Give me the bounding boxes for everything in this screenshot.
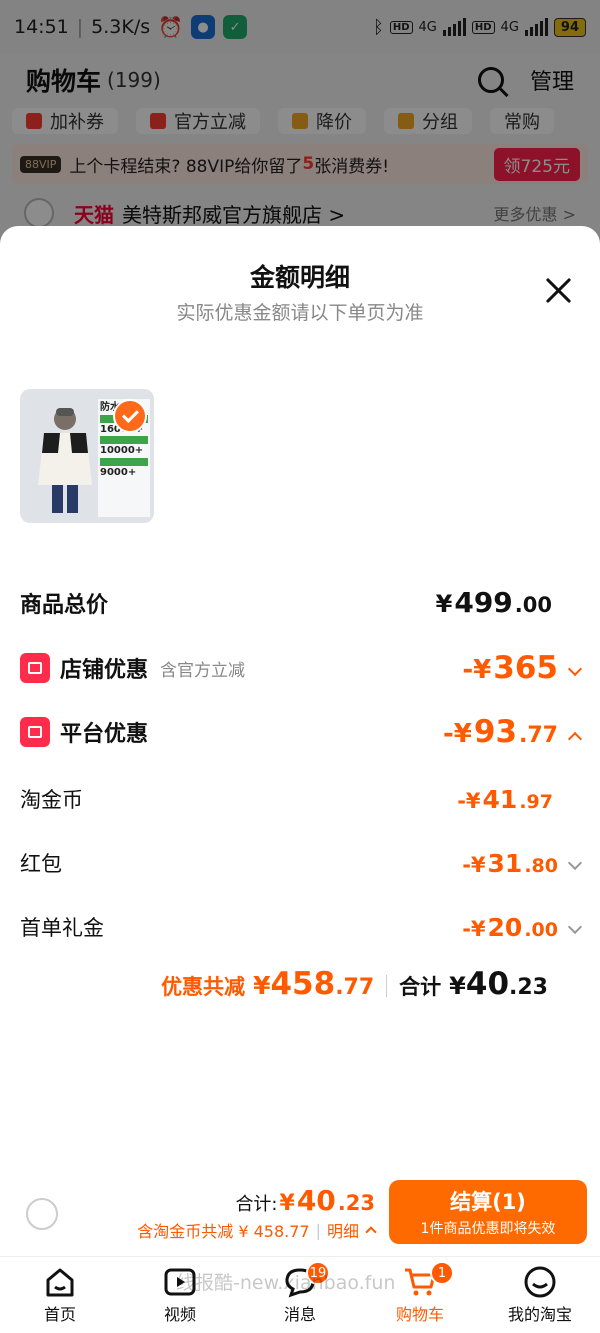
discount-summary: 优惠共减 ¥ 458 .77 合计 ¥ 40 .23: [161, 966, 548, 1002]
selected-check-icon[interactable]: [113, 399, 147, 433]
row-store-discount[interactable]: 店铺优惠 含官方立减 -¥ 365: [20, 650, 583, 686]
total-discount-label: 优惠共减: [161, 975, 246, 999]
checkout-total: 合计: ¥ 40 .23: [235, 1184, 375, 1217]
taojinbi-value: -¥ 41 .97: [457, 784, 553, 814]
jacket-model-image: [38, 408, 92, 513]
platform-discount-icon: [20, 717, 50, 747]
total-price-label: 商品总价: [20, 592, 109, 618]
store-discount-label: 店铺优惠: [60, 658, 149, 683]
red-packet-value: -¥ 31 .80: [462, 849, 583, 878]
checkout-bar: 合计: ¥ 40 .23 含淘金币共减 ¥ 458.77 | 明细 结算(1) …: [0, 1170, 600, 1256]
chevron-down-icon[interactable]: [567, 661, 583, 677]
home-icon: [46, 1268, 74, 1297]
amount-detail-sheet: 金额明细 实际优惠金额请以下单页为准 防水 16000+ 10000+ 9000…: [0, 226, 600, 1256]
tab-home[interactable]: 首页: [0, 1257, 120, 1333]
row-taojinbi: 淘金币 -¥ 41 .97: [20, 784, 580, 814]
sheet-subtitle: 实际优惠金额请以下单页为准: [176, 302, 424, 324]
divider: [386, 975, 388, 997]
row-red-packet[interactable]: 红包 -¥ 31 .80: [20, 848, 583, 878]
cart-badge: 1: [430, 1261, 454, 1285]
store-discount-value: -¥ 365: [462, 650, 583, 686]
taojinbi-label: 淘金币: [20, 788, 83, 812]
chevron-down-icon[interactable]: [567, 855, 583, 870]
product-thumbnail[interactable]: 防水 16000+ 10000+ 9000+: [20, 389, 154, 523]
store-discount-note: 含官方立减: [160, 660, 246, 681]
detail-toggle[interactable]: 明细: [327, 1218, 359, 1242]
row-platform-discount[interactable]: 平台优惠 -¥ 93 .77: [20, 714, 583, 750]
platform-discount-label: 平台优惠: [60, 722, 149, 747]
modal-overlay[interactable]: [0, 0, 600, 254]
sheet-title: 金额明细: [249, 263, 350, 292]
store-discount-icon: [20, 653, 50, 683]
chevron-down-icon[interactable]: [567, 919, 583, 934]
select-all-radio[interactable]: [26, 1198, 58, 1230]
grand-total-label: 合计: [399, 975, 442, 999]
grand-total-value: 40: [465, 966, 510, 1002]
row-first-order-gift[interactable]: 首单礼金 -¥ 20 .00: [20, 912, 583, 942]
first-order-gift-value: -¥ 20 .00: [462, 913, 583, 942]
total-discount-value: 458: [270, 966, 336, 1002]
platform-discount-value: -¥ 93 .77: [443, 714, 583, 750]
profile-icon: [524, 1266, 556, 1298]
chevron-up-icon[interactable]: [567, 731, 583, 747]
chevron-up-icon[interactable]: [365, 1226, 377, 1238]
first-order-gift-label: 首单礼金: [20, 916, 104, 940]
checkout-button[interactable]: 结算(1) 1件商品优惠即将失效: [389, 1180, 587, 1244]
row-total-price: 商品总价 ¥ 499 .00: [20, 586, 580, 619]
checkout-discount-detail[interactable]: 含淘金币共减 ¥ 458.77 | 明细: [137, 1218, 377, 1242]
watermark: 线报酷-new.xianbao.fun: [176, 1272, 396, 1294]
total-price-value: ¥ 499 .00: [435, 586, 552, 619]
tab-my-taobao[interactable]: 我的淘宝: [480, 1257, 600, 1333]
red-packet-label: 红包: [20, 852, 62, 876]
close-icon[interactable]: [545, 276, 573, 304]
